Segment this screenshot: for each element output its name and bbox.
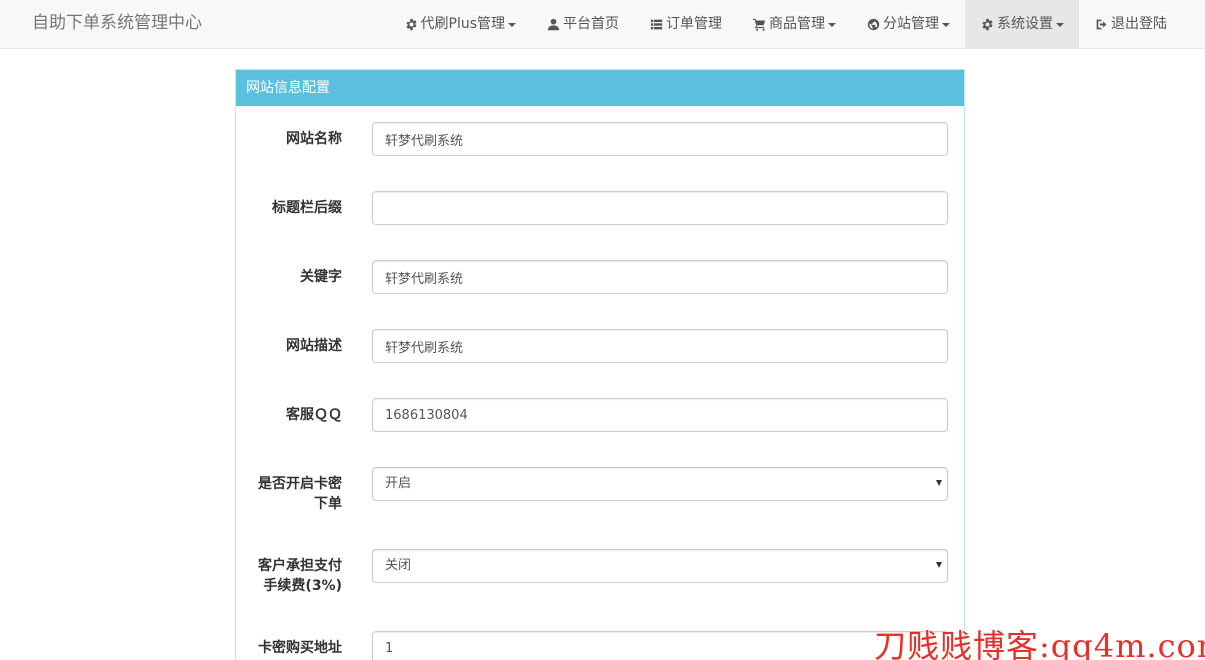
site-name-label: 网站名称: [286, 131, 342, 147]
card-order-select[interactable]: 开启: [372, 467, 948, 501]
user-icon: [546, 17, 561, 31]
title-suffix-input[interactable]: [372, 191, 948, 225]
card-order-label-line1: 是否开启卡密: [258, 476, 342, 492]
nav-item-label: 退出登陆: [1111, 15, 1167, 32]
card-url-label: 卡密购买地址: [258, 640, 342, 656]
select-arrow-icon: [936, 562, 942, 568]
nav-item-home[interactable]: 平台首页: [531, 0, 634, 48]
select-arrow-icon: [936, 480, 942, 486]
service-qq-input[interactable]: [372, 398, 948, 432]
brand-title[interactable]: 自助下单系统管理中心: [32, 0, 202, 49]
site-name-input[interactable]: [372, 122, 948, 156]
card-url-input[interactable]: [372, 631, 948, 660]
caret-down-icon: [508, 23, 516, 27]
cart-icon: [752, 17, 767, 31]
card-order-label: 是否开启卡密 下单: [246, 474, 342, 514]
fee-selected-value: 关闭: [385, 558, 412, 573]
logout-icon: [1094, 17, 1109, 31]
card-order-label-line2: 下单: [314, 496, 342, 512]
keywords-input[interactable]: [372, 260, 948, 294]
caret-down-icon: [942, 23, 950, 27]
nav-item-substations[interactable]: 分站管理: [851, 0, 965, 48]
card-order-selected-value: 开启: [385, 476, 412, 491]
fee-label-line2: 手续费(3%): [263, 578, 342, 594]
watermark-text: 刀贱贱博客:qq4m.com: [874, 627, 1205, 660]
nav-item-logout[interactable]: 退出登陆: [1079, 0, 1182, 48]
globe-icon: [866, 17, 881, 31]
nav-item-plus-management[interactable]: 代刷Plus管理: [389, 0, 532, 48]
description-label: 网站描述: [286, 338, 342, 354]
site-config-panel: 网站信息配置 网站名称 标题栏后缀 关键字 网站描述 客服ＱＱ 是否开启卡密 下…: [235, 69, 965, 660]
nav-item-label: 系统设置: [997, 15, 1053, 32]
caret-down-icon: [828, 23, 836, 27]
nav-item-label: 平台首页: [563, 15, 619, 32]
gear-icon: [404, 17, 419, 31]
top-navbar: 自助下单系统管理中心 代刷Plus管理 平台首页 订单管理 商品管理 分站管理 …: [0, 0, 1205, 49]
list-icon: [649, 17, 664, 31]
service-qq-label: 客服ＱＱ: [286, 407, 342, 423]
nav-item-label: 订单管理: [666, 15, 722, 32]
fee-label-line1: 客户承担支付: [258, 558, 342, 574]
panel-title: 网站信息配置: [236, 70, 964, 106]
keywords-label: 关键字: [300, 269, 342, 285]
fee-label: 客户承担支付 手续费(3%): [246, 556, 342, 596]
caret-down-icon: [1056, 23, 1064, 27]
nav-item-system-settings[interactable]: 系统设置: [965, 0, 1079, 48]
nav-item-products[interactable]: 商品管理: [737, 0, 851, 48]
gear-icon: [980, 17, 995, 31]
nav-menu: 代刷Plus管理 平台首页 订单管理 商品管理 分站管理 系统设置 退出登陆: [389, 0, 1183, 49]
description-input[interactable]: [372, 329, 948, 363]
nav-item-label: 分站管理: [883, 15, 939, 32]
fee-select[interactable]: 关闭: [372, 549, 948, 583]
nav-item-label: 商品管理: [769, 15, 825, 32]
title-suffix-label: 标题栏后缀: [272, 200, 342, 216]
nav-item-orders[interactable]: 订单管理: [634, 0, 737, 48]
nav-item-label: 代刷Plus管理: [420, 15, 506, 32]
